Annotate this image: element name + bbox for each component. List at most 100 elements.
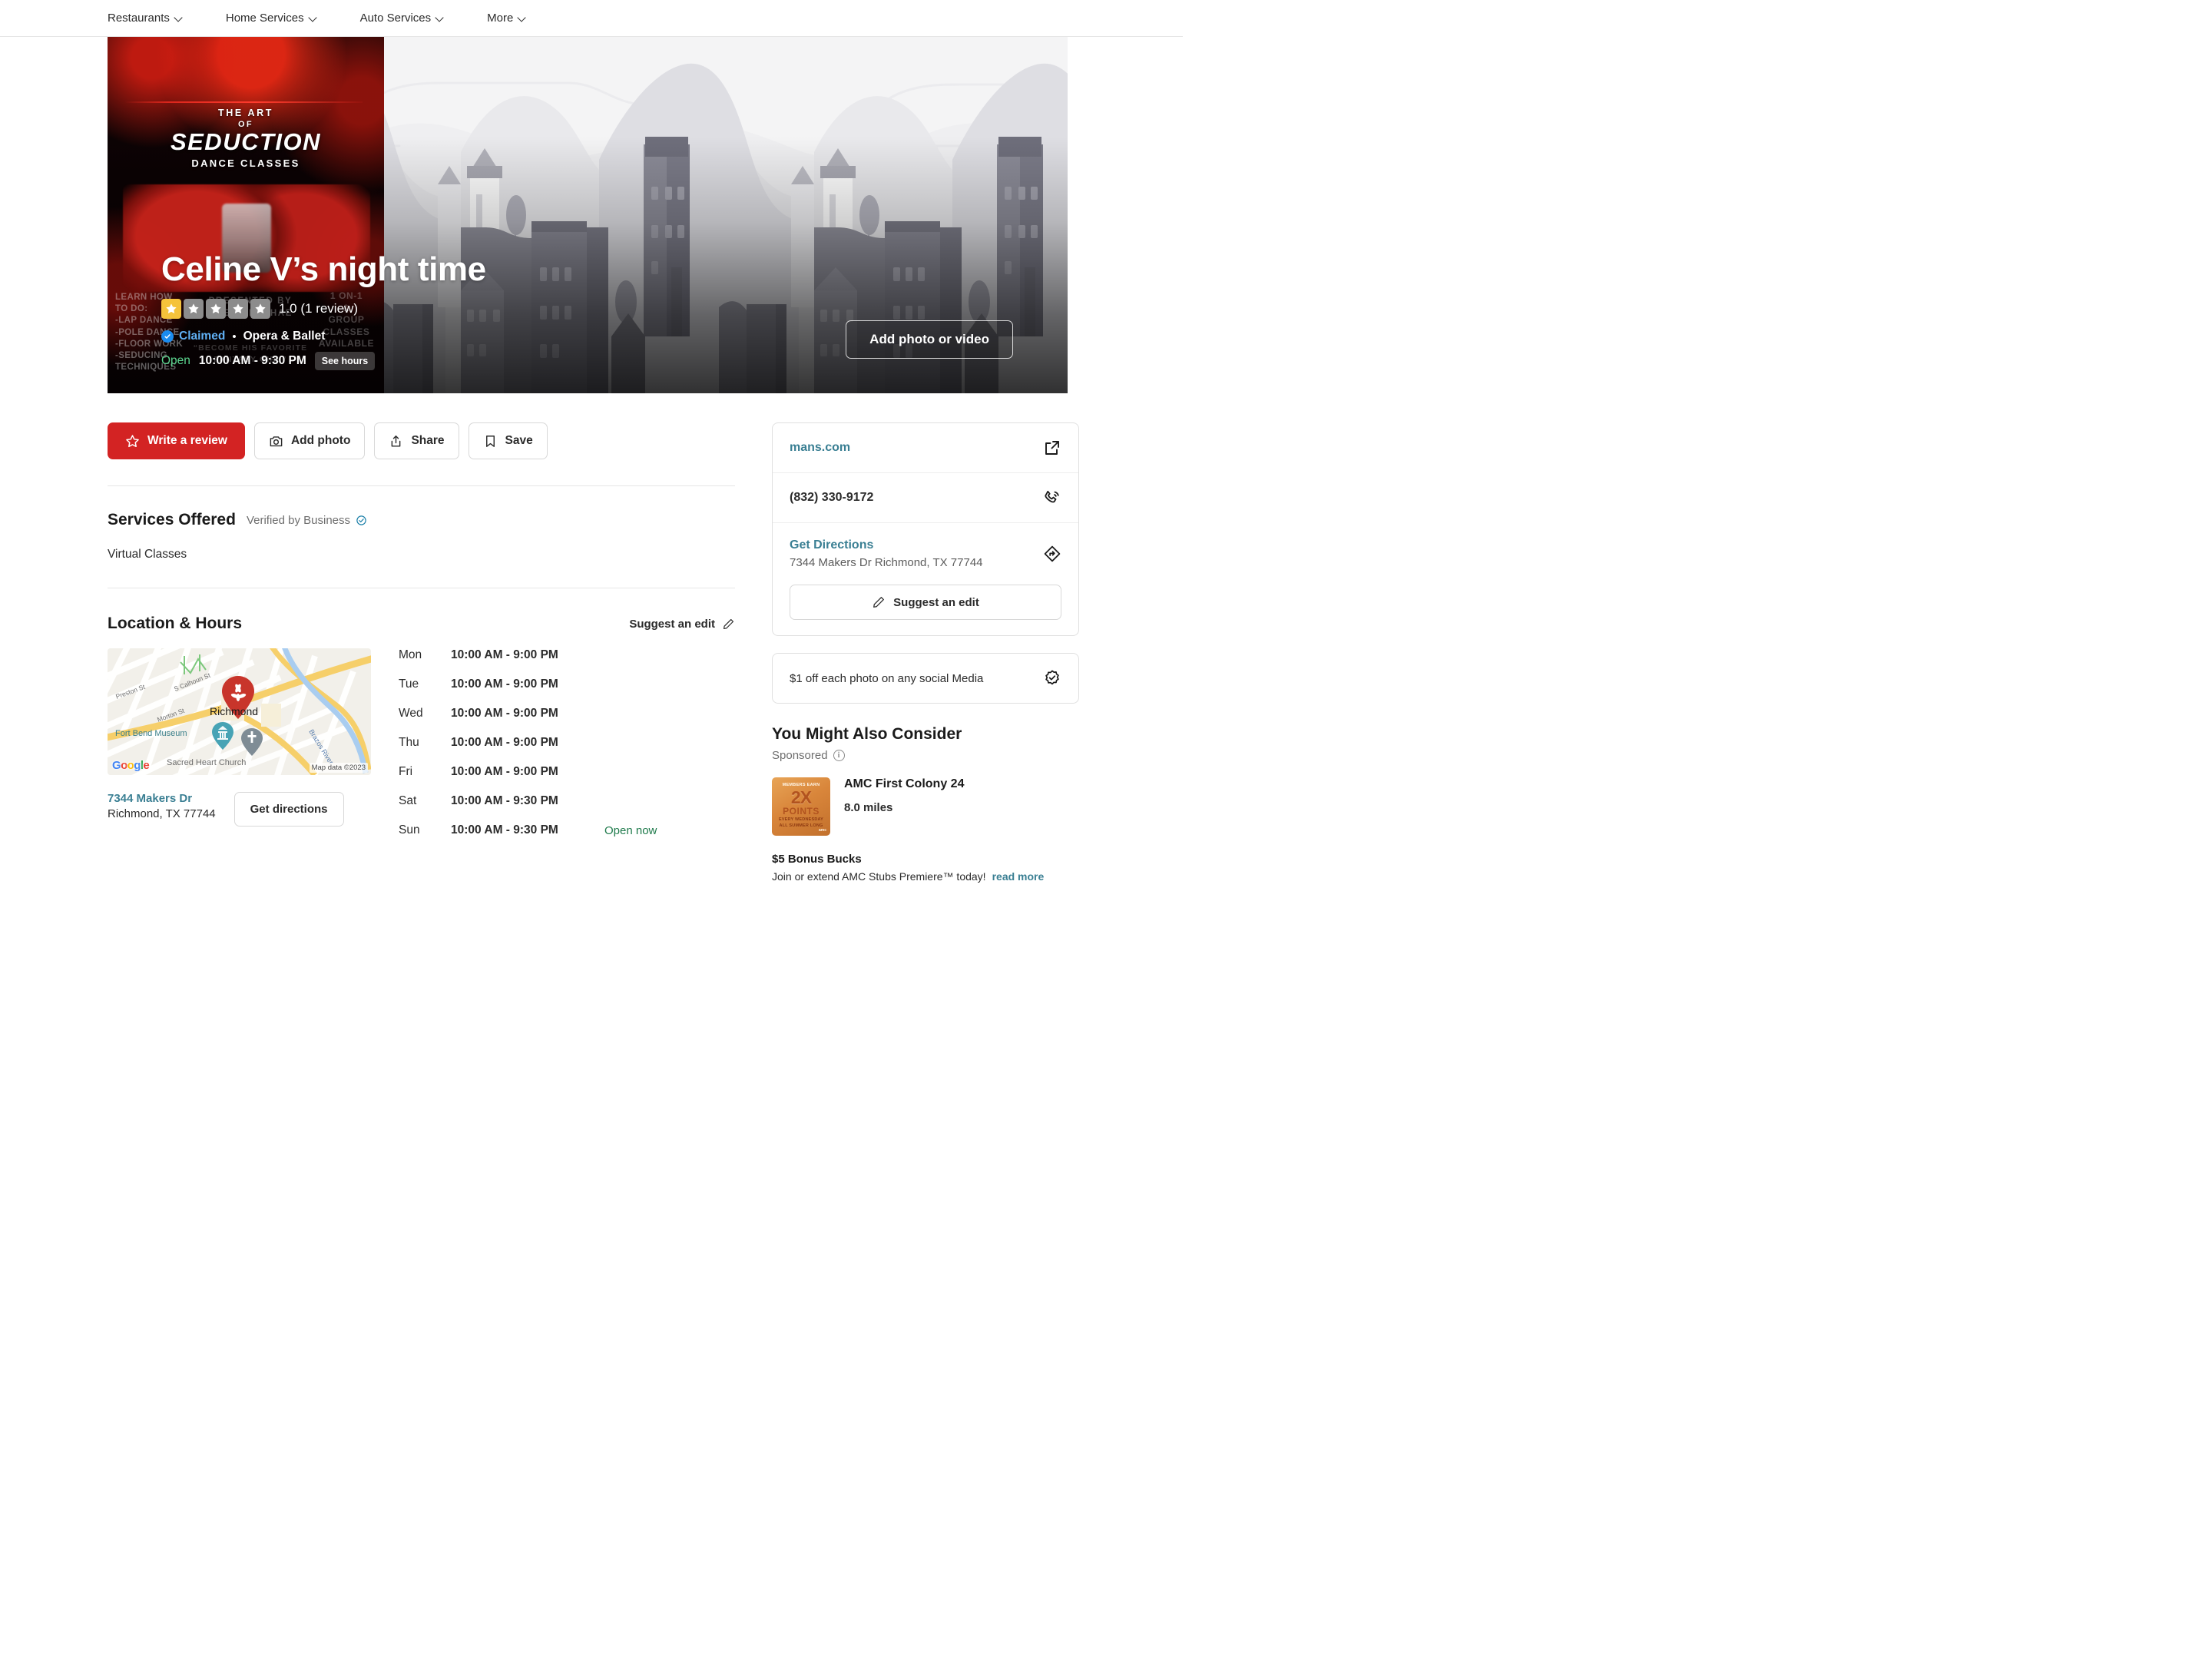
amc-logo: amc [818, 828, 826, 833]
suggest-an-edit-link[interactable]: Suggest an edit [629, 618, 735, 631]
business-meta-row: Claimed • Opera & Ballet [161, 330, 486, 343]
get-directions-link[interactable]: Get Directions [790, 538, 983, 552]
read-more-link[interactable]: read more [992, 870, 1045, 883]
sidebar-suggest-an-edit-button[interactable]: Suggest an edit [790, 585, 1061, 620]
table-row: Sat 10:00 AM - 9:30 PM [399, 794, 735, 808]
hours-time: 10:00 AM - 9:00 PM [451, 765, 558, 778]
nav-item-more[interactable]: More [487, 12, 527, 25]
external-link-icon [1043, 439, 1061, 457]
see-hours-button[interactable]: See hours [314, 352, 376, 370]
chevron-down-icon [175, 14, 184, 22]
hours-day: Wed [399, 707, 423, 720]
hours-day: Sun [399, 823, 420, 836]
chevron-down-icon [518, 14, 527, 22]
badge-check-icon [1043, 669, 1061, 687]
pencil-icon [723, 618, 734, 629]
nav-label: More [487, 12, 514, 25]
add-photo-or-video-button[interactable]: Add photo or video [846, 320, 1013, 359]
nav-item-restaurants[interactable]: Restaurants [108, 12, 184, 25]
button-label: Write a review [147, 434, 227, 447]
suggest-edit-label: Suggest an edit [629, 617, 715, 631]
website-link[interactable]: mans.com [790, 441, 850, 455]
ad-thumb-line-2: 2X [790, 787, 812, 807]
directions-address: 7344 Makers Dr Richmond, TX 77744 [790, 556, 983, 569]
svg-text:Fort Bend Museum: Fort Bend Museum [115, 729, 187, 738]
nav-item-auto-services[interactable]: Auto Services [360, 12, 445, 25]
main-content: Write a review Add photo Share Save Serv… [0, 422, 1183, 883]
sponsored-ad[interactable]: MEMBERS EARN 2X POINTS EVERY WEDNESDAY A… [772, 777, 1079, 836]
table-row: Tue 10:00 AM - 9:00 PM [399, 677, 735, 691]
verified-by-business: Verified by Business [247, 514, 367, 527]
location-map[interactable]: Preston St S Calhoun St Morton St Brazos… [108, 648, 371, 775]
claimed-label: Claimed [179, 330, 226, 343]
button-label: Add photo [290, 434, 351, 447]
hours-day: Mon [399, 648, 422, 661]
svg-text:Sacred Heart Church: Sacred Heart Church [167, 758, 246, 767]
business-hero-banner: THE ART OF SEDUCTION DANCE CLASSES LEARN… [108, 37, 1068, 393]
table-row: Sun 10:00 AM - 9:30 PM Open now [399, 823, 735, 837]
check-circle-icon [161, 330, 174, 343]
star-rating[interactable] [161, 299, 270, 319]
ad-thumb-line-3: POINTS [783, 806, 820, 817]
hours-day: Tue [399, 677, 419, 691]
location-hours-body: Preston St S Calhoun St Morton St Brazos… [108, 648, 735, 853]
location-hours-header: Location & Hours Suggest an edit [108, 615, 735, 633]
website-row[interactable]: mans.com [773, 423, 1078, 472]
hours-time: 10:00 AM - 9:30 PM [451, 794, 558, 807]
offer-text: $1 off each photo on any social Media [790, 671, 984, 685]
claimed-badge[interactable]: Claimed [161, 330, 225, 343]
svg-text:Richmond: Richmond [210, 705, 258, 717]
you-might-also-consider-title: You Might Also Consider [772, 725, 962, 743]
ad-offer-title: $5 Bonus Bucks [772, 853, 862, 866]
write-a-review-button[interactable]: Write a review [108, 422, 245, 459]
poster-line-1: THE ART [218, 108, 273, 118]
business-category[interactable]: Opera & Ballet [243, 330, 326, 343]
left-column: Write a review Add photo Share Save Serv… [108, 422, 735, 883]
offer-card[interactable]: $1 off each photo on any social Media [772, 653, 1079, 704]
page-title: Celine V’s night time [161, 250, 486, 289]
ad-offer-text: Join or extend AMC Stubs Premiere™ today… [772, 870, 986, 883]
review-count: 1.0 (1 review) [279, 301, 358, 316]
button-label: Suggest an edit [893, 595, 979, 609]
business-contact-card: mans.com (832) 330-9172 Get Directions 7… [772, 422, 1079, 636]
table-row: Wed 10:00 AM - 9:00 PM [399, 707, 735, 721]
ad-business-name[interactable]: AMC First Colony 24 [844, 777, 964, 791]
hours-time: 10:00 AM - 9:30 PM [451, 823, 558, 836]
share-icon [392, 435, 401, 447]
share-button[interactable]: Share [374, 422, 459, 459]
today-hours: 10:00 AM - 9:30 PM [198, 354, 306, 367]
map-column: Preston St S Calhoun St Morton St Brazos… [108, 648, 371, 853]
address-row: 7344 Makers Dr Richmond, TX 77744 Get di… [108, 792, 371, 827]
google-logo: Google [112, 759, 150, 772]
info-icon[interactable]: i [833, 750, 845, 761]
add-photo-button[interactable]: Add photo [253, 422, 366, 459]
poster-line-4: DANCE CLASSES [191, 157, 300, 169]
address-street[interactable]: 7344 Makers Dr [108, 792, 216, 805]
chevron-down-icon [310, 14, 318, 22]
directions-icon [1043, 545, 1061, 563]
phone-row[interactable]: (832) 330-9172 [773, 472, 1078, 522]
camera-icon [270, 436, 283, 446]
open-status: Open [161, 354, 190, 367]
bookmark-icon [485, 435, 495, 447]
button-label: Save [505, 434, 533, 447]
address-city-state-zip: Richmond, TX 77744 [108, 807, 216, 820]
nav-label: Home Services [225, 12, 304, 25]
hours-day: Thu [399, 736, 419, 749]
hours-time: 10:00 AM - 9:00 PM [451, 648, 558, 661]
nav-label: Restaurants [108, 12, 170, 25]
save-button[interactable]: Save [468, 422, 548, 459]
pencil-icon [873, 597, 885, 608]
poster-line-3: SEDUCTION [170, 128, 322, 155]
get-directions-row[interactable]: Get Directions 7344 Makers Dr Richmond, … [773, 522, 1078, 585]
star-outline-icon [126, 434, 139, 447]
hours-time: 10:00 AM - 9:00 PM [451, 677, 558, 691]
get-directions-button[interactable]: Get directions [233, 792, 344, 827]
ad-offer-description: Join or extend AMC Stubs Premiere™ today… [772, 870, 1079, 883]
phone-icon [1043, 489, 1061, 507]
star-icon-3 [206, 299, 226, 319]
services-offered-header: Services Offered Verified by Business [108, 511, 735, 529]
nav-item-home-services[interactable]: Home Services [226, 12, 318, 25]
hero-business-info: Celine V’s night time 1.0 (1 review) Cla… [161, 251, 486, 370]
section-divider [108, 485, 735, 486]
